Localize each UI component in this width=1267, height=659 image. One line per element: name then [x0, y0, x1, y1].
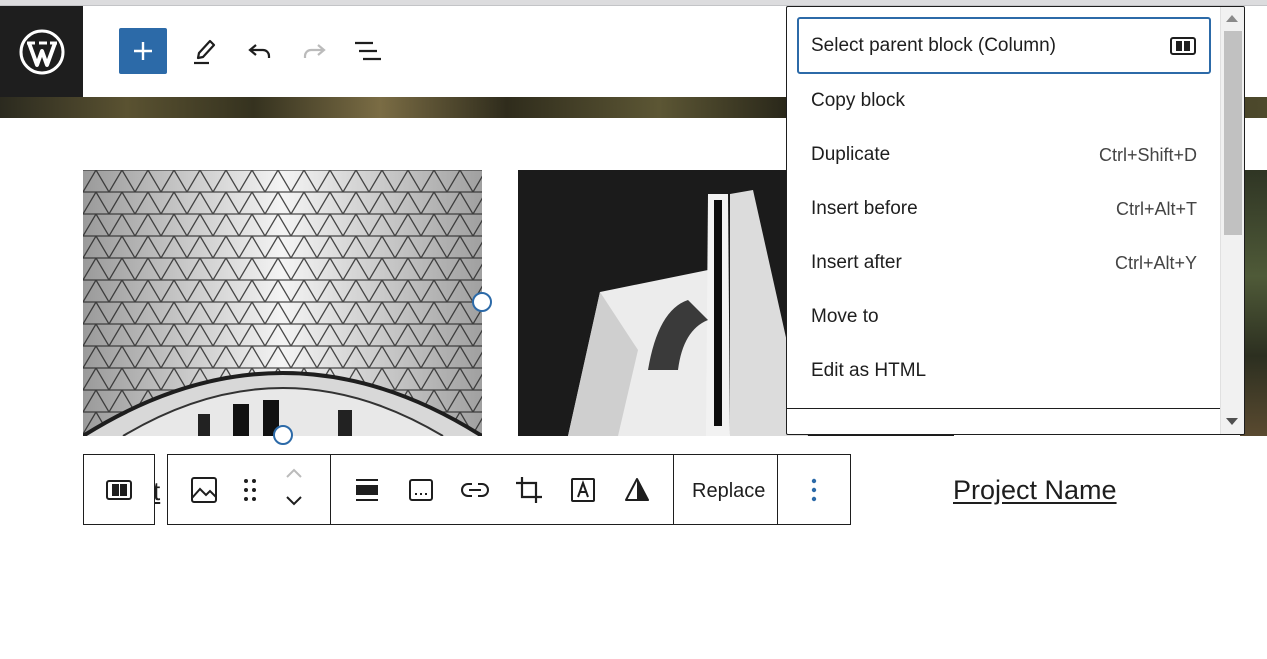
- menu-item-label: Insert before: [811, 198, 918, 219]
- menu-scrollbar[interactable]: [1220, 7, 1244, 434]
- resize-handle-right[interactable]: [472, 292, 492, 312]
- pencil-icon: [194, 39, 216, 65]
- menu-item-move-to[interactable]: Move to: [797, 290, 1211, 344]
- move-down-icon: [286, 496, 302, 506]
- menu-item-label: Edit as HTML: [811, 360, 927, 381]
- add-block-button[interactable]: [119, 28, 167, 74]
- menu-item-shortcut: Ctrl+Alt+Y: [1114, 252, 1197, 273]
- wordpress-logo-icon: [19, 29, 64, 74]
- link-button[interactable]: [455, 470, 495, 510]
- drag-handle-icon: [244, 479, 256, 501]
- replace-button[interactable]: Replace: [692, 480, 765, 503]
- duotone-icon: [625, 478, 649, 501]
- move-down-button[interactable]: [274, 489, 314, 513]
- menu-item-insert-after[interactable]: Insert after Ctrl+Alt+Y: [797, 236, 1211, 290]
- menu-item-copy-block[interactable]: Copy block: [797, 74, 1211, 128]
- menu-item-label: Move to: [811, 306, 879, 327]
- menu-item-edit-as-html[interactable]: Edit as HTML: [797, 344, 1211, 398]
- align-button[interactable]: [347, 470, 387, 510]
- caption-icon: [409, 479, 433, 501]
- menu-item-label: Duplicate: [811, 144, 891, 165]
- drag-handle[interactable]: [230, 470, 270, 510]
- caption-button[interactable]: [401, 470, 441, 510]
- redo-icon: [303, 44, 326, 58]
- dome-image[interactable]: [83, 170, 482, 436]
- move-up-button[interactable]: [274, 461, 314, 485]
- more-options-button[interactable]: [794, 470, 834, 510]
- scroll-up-arrow-icon[interactable]: [1226, 15, 1238, 22]
- image-block-type-button[interactable]: [184, 470, 224, 510]
- list-view-button[interactable]: [350, 32, 386, 70]
- text-overlay-button[interactable]: [563, 470, 603, 510]
- menu-item-select-parent[interactable]: Select parent block (Column): [797, 17, 1211, 74]
- more-options-icon: [811, 478, 817, 502]
- menu-item-shortcut: Ctrl+Alt+T: [1115, 198, 1197, 219]
- plus-icon: [134, 42, 152, 60]
- toolbar-separator: [330, 455, 331, 524]
- scroll-down-arrow-icon[interactable]: [1226, 418, 1238, 425]
- select-parent-column-button[interactable]: [83, 454, 155, 525]
- menu-item-label: Insert after: [811, 252, 902, 273]
- scroll-thumb[interactable]: [1224, 31, 1242, 235]
- move-up-icon: [286, 468, 302, 478]
- column-icon: [106, 479, 132, 500]
- toolbar-separator: [673, 455, 674, 524]
- tools-button[interactable]: [187, 32, 223, 70]
- link-icon: [461, 483, 489, 497]
- wordpress-logo-button[interactable]: [0, 6, 83, 97]
- column-icon: [1170, 36, 1196, 55]
- menu-item-label: Select parent block (Column): [811, 34, 1056, 56]
- menu-item-label: Copy block: [811, 90, 905, 111]
- block-toolbar: Replace: [167, 454, 851, 525]
- menu-item-insert-before[interactable]: Insert before Ctrl+Alt+T: [797, 182, 1211, 236]
- undo-button[interactable]: [242, 32, 278, 70]
- menu-divider: [787, 408, 1220, 409]
- project-name-link[interactable]: Project Name: [953, 475, 1117, 506]
- align-icon: [356, 479, 378, 501]
- list-view-icon: [355, 41, 381, 61]
- duotone-button[interactable]: [617, 470, 657, 510]
- image-icon: [191, 477, 217, 503]
- menu-item-shortcut: Ctrl+Shift+D: [1098, 144, 1197, 165]
- undo-icon: [248, 44, 271, 58]
- crop-icon: [516, 477, 542, 503]
- toolbar-separator: [777, 455, 778, 524]
- redo-button[interactable]: [296, 32, 332, 70]
- text-overlay-icon: [571, 478, 595, 502]
- menu-item-duplicate[interactable]: Duplicate Ctrl+Shift+D: [797, 128, 1211, 182]
- resize-handle-bottom[interactable]: [273, 425, 293, 445]
- block-options-menu: Select parent block (Column) Copy block …: [786, 6, 1245, 435]
- crop-button[interactable]: [509, 470, 549, 510]
